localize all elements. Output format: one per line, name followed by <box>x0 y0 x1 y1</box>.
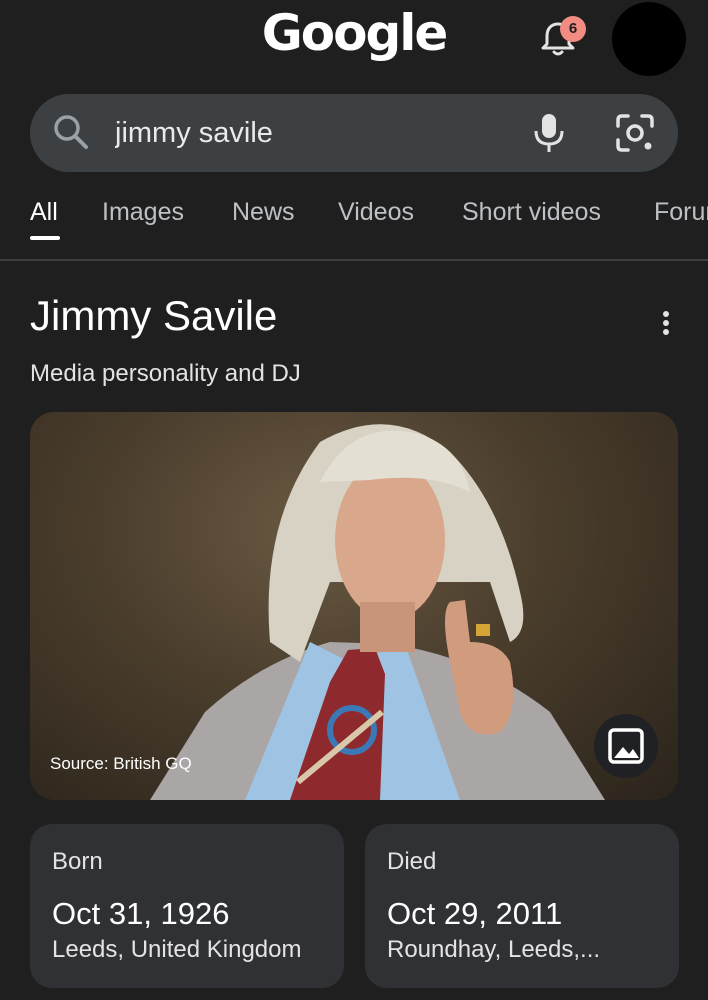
born-label: Born <box>52 848 103 875</box>
tabs-divider <box>0 259 708 261</box>
image-source-label: Source: British GQ <box>50 754 192 773</box>
died-label: Died <box>387 848 437 875</box>
portrait-illustration <box>150 424 605 800</box>
search-input[interactable] <box>115 108 505 158</box>
active-tab-indicator <box>30 236 60 240</box>
top-bar: Google <box>0 0 708 84</box>
tab-short-videos[interactable]: Short videos <box>462 198 601 227</box>
image-gallery-icon <box>608 728 644 764</box>
died-place: Roundhay, Leeds,... <box>387 936 601 963</box>
notification-badge: 6 <box>560 16 586 42</box>
tab-videos[interactable]: Videos <box>338 198 414 227</box>
tab-news[interactable]: News <box>232 198 295 227</box>
entity-subtitle: Media personality and DJ <box>30 360 301 387</box>
more-vert-icon[interactable] <box>654 308 678 338</box>
entity-title: Jimmy Savile <box>30 292 278 339</box>
born-date: Oct 31, 1926 <box>52 896 230 931</box>
search-icon <box>54 115 88 149</box>
search-tabs: All Images News Videos Short videos Foru… <box>0 186 708 258</box>
lens-icon[interactable] <box>614 112 656 154</box>
google-logo[interactable]: Google <box>0 4 708 62</box>
image-gallery-button[interactable] <box>594 714 658 778</box>
died-card[interactable]: Died Oct 29, 2011 Roundhay, Leeds,... <box>365 824 679 988</box>
tab-all[interactable]: All <box>30 198 58 227</box>
born-card[interactable]: Born Oct 31, 1926 Leeds, United Kingdom <box>30 824 344 988</box>
born-place: Leeds, United Kingdom <box>52 936 302 963</box>
avatar[interactable] <box>612 2 686 76</box>
entity-image[interactable]: Source: British GQ <box>30 412 678 800</box>
mic-icon[interactable] <box>530 112 568 154</box>
tab-forums[interactable]: Forums <box>654 198 708 227</box>
tab-images[interactable]: Images <box>102 198 184 227</box>
died-date: Oct 29, 2011 <box>387 896 563 931</box>
